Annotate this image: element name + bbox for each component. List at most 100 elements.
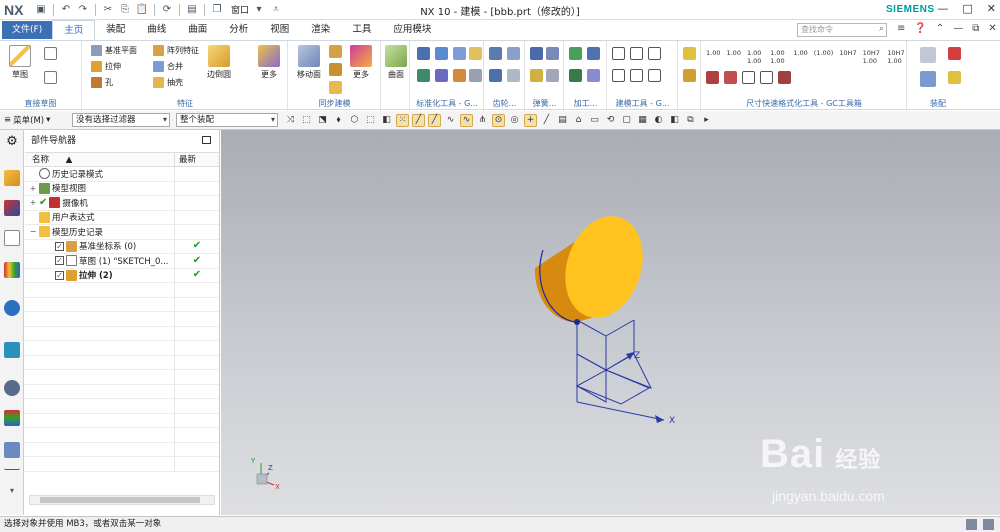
center-snap-icon[interactable]: ⊙ bbox=[492, 113, 505, 127]
close-button[interactable]: ✕ bbox=[987, 2, 996, 15]
gear-icon[interactable] bbox=[489, 47, 502, 60]
tab-file[interactable]: 文件(F) bbox=[2, 21, 53, 39]
tab-render[interactable]: 渲染 bbox=[300, 20, 341, 40]
menu-button[interactable]: ≡ 菜单(M) ▾ bbox=[4, 114, 64, 126]
dim-format-button[interactable]: 1.00 1.00 bbox=[770, 49, 787, 65]
extrude-body[interactable] bbox=[534, 206, 655, 328]
tool-icon[interactable] bbox=[724, 71, 737, 84]
spring-icon[interactable] bbox=[546, 47, 559, 60]
maximize-icon[interactable] bbox=[202, 136, 211, 144]
tool-icon[interactable] bbox=[683, 47, 696, 60]
rectangle-icon[interactable] bbox=[44, 71, 57, 84]
cut-icon[interactable]: ✂ bbox=[101, 3, 115, 17]
curve-icon[interactable]: ∿ bbox=[444, 114, 457, 127]
ribbon-options-icon[interactable]: ≡ bbox=[897, 23, 905, 34]
select-tool-icon[interactable]: ⬧ bbox=[332, 114, 345, 127]
spring-icon[interactable] bbox=[530, 47, 543, 60]
rotate-icon[interactable]: ⟲ bbox=[604, 114, 617, 127]
delete-face-icon[interactable] bbox=[329, 81, 342, 94]
tab-analysis[interactable]: 分析 bbox=[218, 20, 259, 40]
tool-icon[interactable] bbox=[435, 69, 448, 82]
minimize-button[interactable]: — bbox=[937, 2, 948, 15]
status-icon[interactable] bbox=[983, 519, 994, 530]
web-browser-icon[interactable] bbox=[4, 342, 20, 358]
quadrant-icon[interactable]: ◎ bbox=[508, 114, 521, 127]
status-icon[interactable] bbox=[966, 519, 977, 530]
machining-icon[interactable] bbox=[569, 47, 582, 60]
chevron-down-icon[interactable]: ▾ bbox=[252, 3, 266, 17]
column-name[interactable]: 名称 ▲ bbox=[25, 153, 175, 166]
more-tools-icon[interactable]: ▸ bbox=[700, 114, 713, 127]
tab-assembly[interactable]: 装配 bbox=[95, 20, 136, 40]
tab-applications[interactable]: 应用模块 bbox=[382, 20, 442, 40]
constraint-icon[interactable] bbox=[920, 71, 936, 87]
collapse-ribbon-icon[interactable]: ⌃ bbox=[936, 23, 944, 34]
collapse-icon[interactable]: − bbox=[29, 227, 37, 236]
process-studio-icon[interactable] bbox=[4, 442, 20, 458]
selection-scope-select[interactable]: 整个装配 bbox=[176, 113, 278, 127]
offset-face-icon[interactable] bbox=[329, 63, 342, 76]
unite-button[interactable]: 合并 bbox=[153, 59, 183, 73]
tree-row-extrude[interactable]: ✓ 拉伸 (2) ✔ bbox=[25, 268, 219, 283]
machining-icon[interactable] bbox=[587, 47, 600, 60]
tool-icon[interactable] bbox=[706, 71, 719, 84]
dim-format-button[interactable]: 1.00 bbox=[726, 49, 740, 65]
shell-button[interactable]: 抽壳 bbox=[153, 75, 183, 89]
scrollbar-thumb[interactable] bbox=[40, 497, 200, 503]
horizontal-scrollbar[interactable] bbox=[29, 495, 215, 505]
fit-icon[interactable]: ▭ bbox=[588, 114, 601, 127]
select-tool-icon[interactable]: ⬡ bbox=[348, 114, 361, 127]
book-icon[interactable]: ▤ bbox=[556, 114, 569, 127]
undo-icon[interactable]: ↶ bbox=[59, 3, 73, 17]
tool-icon[interactable] bbox=[453, 47, 466, 60]
repeat-command-icon[interactable]: ⟳ bbox=[160, 3, 174, 17]
constraint-navigator-icon[interactable] bbox=[4, 200, 20, 216]
reuse-library-icon[interactable] bbox=[4, 262, 20, 278]
sync-more-button[interactable]: 更多 bbox=[345, 45, 377, 80]
history-icon[interactable] bbox=[4, 380, 20, 396]
window-menu[interactable]: 窗口 bbox=[231, 3, 249, 16]
surface-button[interactable]: 曲面 bbox=[380, 45, 412, 80]
triangle-icon[interactable] bbox=[612, 47, 625, 60]
dim-format-button[interactable]: 10H7 bbox=[839, 49, 856, 65]
tab-tools[interactable]: 工具 bbox=[341, 20, 382, 40]
spring-icon[interactable] bbox=[530, 69, 543, 82]
visibility-checkbox[interactable]: ✓ bbox=[55, 256, 64, 266]
visibility-checkbox[interactable]: ✓ bbox=[55, 270, 64, 280]
copy-icon[interactable]: ⎘ bbox=[118, 3, 132, 17]
select-tool-icon[interactable]: ⤨ bbox=[284, 114, 297, 127]
tree-row-datum-csys[interactable]: ✓ 基准坐标系 (0) ✔ bbox=[25, 239, 219, 254]
paste-icon[interactable]: 📋 bbox=[135, 3, 149, 17]
edge-blend-button[interactable]: 边倒圆 bbox=[203, 45, 235, 80]
gear-icon[interactable] bbox=[489, 69, 502, 82]
assembly-icon[interactable] bbox=[948, 47, 961, 60]
assembly-icon[interactable] bbox=[948, 71, 961, 84]
settings-icon[interactable]: ⚙ bbox=[4, 134, 20, 150]
visibility-checkbox[interactable]: ✓ bbox=[55, 241, 64, 251]
diameter-icon[interactable] bbox=[742, 71, 755, 84]
tab-curve[interactable]: 曲线 bbox=[136, 20, 177, 40]
assembly-navigator-icon[interactable] bbox=[4, 170, 20, 186]
tool-icon[interactable] bbox=[453, 69, 466, 82]
tree-row-model-history[interactable]: − 模型历史记录 bbox=[25, 225, 219, 240]
line-snap-icon[interactable]: ╱ bbox=[428, 113, 441, 127]
grid-icon[interactable]: ▦ bbox=[636, 114, 649, 127]
tool-icon[interactable] bbox=[469, 69, 482, 82]
pattern-grid-icon[interactable] bbox=[630, 69, 643, 82]
dim-format-button[interactable]: (1.00) bbox=[814, 49, 834, 65]
square-icon[interactable] bbox=[648, 47, 661, 60]
box-icon[interactable] bbox=[612, 69, 625, 82]
maximize-button[interactable]: □ bbox=[962, 2, 972, 15]
tool-icon[interactable] bbox=[683, 69, 696, 82]
search-icon[interactable]: ⌕ bbox=[879, 24, 884, 34]
line-icon[interactable]: ╱ bbox=[540, 114, 553, 127]
doc-close-button[interactable]: ✕ bbox=[988, 23, 996, 34]
snap-icon[interactable]: ⁙ bbox=[396, 113, 409, 127]
tolerance-icon[interactable] bbox=[648, 69, 661, 82]
tree-row-user-expressions[interactable]: 用户表达式 bbox=[25, 210, 219, 225]
dim-format-button[interactable]: 1.00 bbox=[793, 49, 807, 65]
redo-icon[interactable]: ↷ bbox=[76, 3, 90, 17]
line-snap-icon[interactable]: ╱ bbox=[412, 113, 425, 127]
expand-icon[interactable]: + bbox=[29, 198, 37, 207]
customize-qat-icon[interactable]: ⩡ bbox=[269, 3, 283, 17]
